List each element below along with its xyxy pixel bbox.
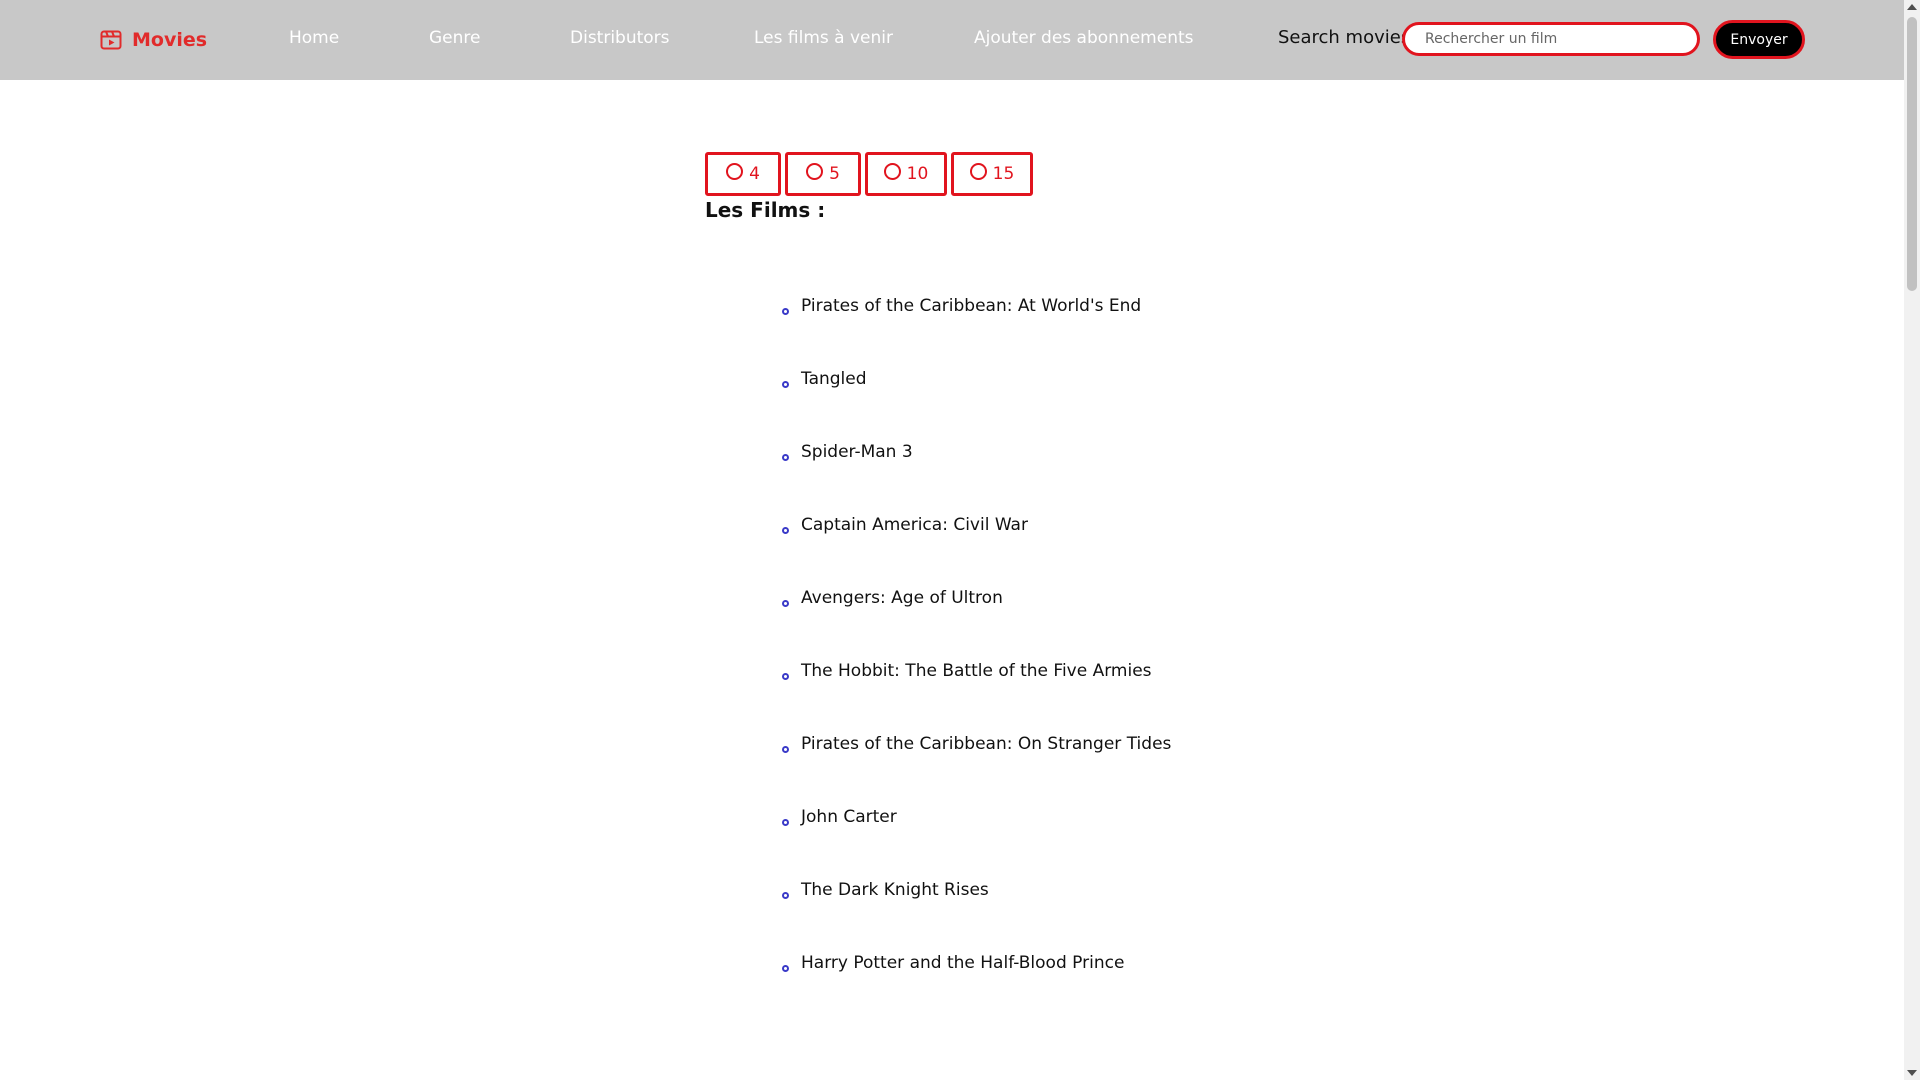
filter-option-label: 15	[992, 164, 1015, 184]
bullet-icon	[782, 308, 789, 315]
film-link[interactable]: Spider-Man 3	[801, 442, 913, 462]
film-link[interactable]: Tangled	[801, 369, 867, 389]
nav-link-home[interactable]: Home	[289, 28, 339, 48]
film-list: Pirates of the Caribbean: At World's End…	[780, 296, 1171, 1026]
filter-option-4[interactable]: 4	[705, 152, 781, 196]
film-link[interactable]: The Dark Knight Rises	[801, 880, 989, 900]
film-link[interactable]: Pirates of the Caribbean: On Stranger Ti…	[801, 734, 1171, 754]
brand-link[interactable]: Movies	[100, 26, 207, 54]
brand-label: Movies	[132, 29, 208, 51]
film-icon	[100, 30, 122, 50]
list-item: Captain America: Civil War	[780, 515, 1171, 588]
filter-option-label: 5	[829, 164, 840, 184]
list-item: John Carter	[780, 807, 1171, 880]
film-link[interactable]: The Hobbit: The Battle of the Five Armie…	[801, 661, 1152, 681]
scroll-thumb[interactable]	[1907, 17, 1917, 291]
nav-link-upcoming-films[interactable]: Les films à venir	[754, 28, 893, 48]
films-section-title: Les Films :	[705, 198, 826, 222]
filter-option-label: 4	[749, 164, 760, 184]
filter-option-label: 10	[906, 164, 929, 184]
nav-link-add-subscriptions[interactable]: Ajouter des abonnements	[974, 28, 1194, 48]
radio-icon[interactable]	[806, 162, 824, 180]
page-scrollbar[interactable]	[1904, 0, 1920, 1080]
list-item: Spider-Man 3	[780, 442, 1171, 515]
bullet-icon	[782, 673, 789, 680]
scroll-down-arrow-icon[interactable]	[1907, 1070, 1917, 1076]
list-item: Tangled	[780, 369, 1171, 442]
film-link[interactable]: Pirates of the Caribbean: At World's End	[801, 296, 1141, 316]
list-item: Pirates of the Caribbean: On Stranger Ti…	[780, 734, 1171, 807]
scroll-up-arrow-icon[interactable]	[1907, 4, 1917, 10]
submit-button[interactable]: Envoyer	[1713, 20, 1805, 59]
bullet-icon	[782, 965, 789, 972]
nav-link-genre[interactable]: Genre	[429, 28, 480, 48]
film-link[interactable]: Avengers: Age of Ultron	[801, 588, 1003, 608]
film-link[interactable]: Captain America: Civil War	[801, 515, 1028, 535]
radio-icon[interactable]	[726, 162, 744, 180]
list-item: Avengers: Age of Ultron	[780, 588, 1171, 661]
radio-icon[interactable]	[883, 162, 901, 180]
count-filter-group: 4 5 10 15	[705, 152, 1037, 196]
filter-option-5[interactable]: 5	[785, 152, 861, 196]
bullet-icon	[782, 892, 789, 899]
film-link[interactable]: Harry Potter and the Half-Blood Prince	[801, 953, 1124, 973]
bullet-icon	[782, 746, 789, 753]
radio-icon[interactable]	[969, 162, 987, 180]
filter-option-10[interactable]: 10	[865, 152, 947, 196]
nav-link-distributors[interactable]: Distributors	[570, 28, 670, 48]
list-item: Harry Potter and the Half-Blood Prince	[780, 953, 1171, 1026]
top-navbar: Movies Home Genre Distributors Les films…	[0, 0, 1904, 80]
list-item: The Dark Knight Rises	[780, 880, 1171, 953]
bullet-icon	[782, 527, 789, 534]
bullet-icon	[782, 381, 789, 388]
search-input[interactable]	[1402, 22, 1700, 56]
list-item: The Hobbit: The Battle of the Five Armie…	[780, 661, 1171, 734]
bullet-icon	[782, 600, 789, 607]
bullet-icon	[782, 454, 789, 461]
bullet-icon	[782, 819, 789, 826]
search-label: Search movies	[1278, 27, 1411, 48]
film-link[interactable]: John Carter	[801, 807, 897, 827]
filter-option-15[interactable]: 15	[951, 152, 1033, 196]
list-item: Pirates of the Caribbean: At World's End	[780, 296, 1171, 369]
